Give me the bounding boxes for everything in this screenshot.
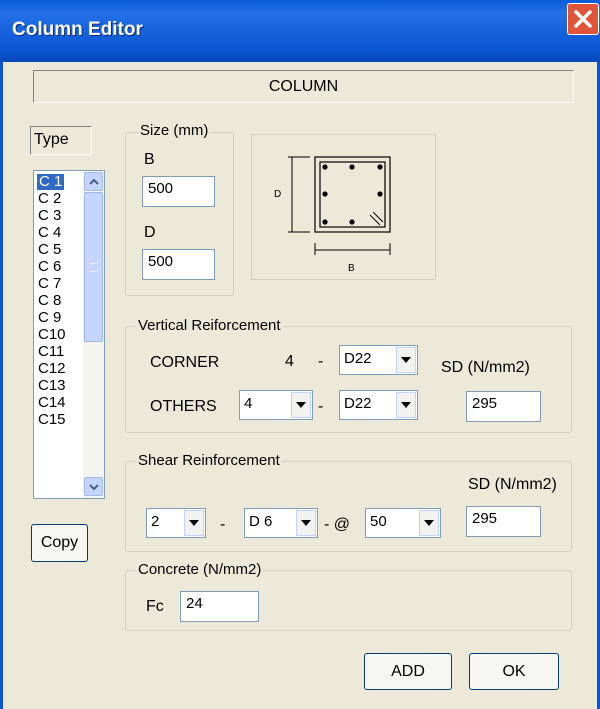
ok-button[interactable]: OK <box>469 653 559 690</box>
others-count-select[interactable]: 4 <box>239 390 313 420</box>
corner-dash: - <box>318 353 324 370</box>
others-bar-value: D22 <box>344 395 372 412</box>
chevron-down-icon <box>296 402 306 408</box>
concrete-legend: Concrete (N/mm2) <box>136 561 264 578</box>
list-item[interactable]: C 4 <box>38 225 61 241</box>
d-label: D <box>144 224 156 241</box>
list-item[interactable]: C11 <box>38 344 64 360</box>
list-item[interactable]: C 7 <box>38 276 61 292</box>
list-item[interactable]: C 2 <box>38 191 61 207</box>
list-item[interactable]: C 5 <box>38 242 61 258</box>
shear-sd-input[interactable]: 295 <box>466 506 541 537</box>
diagram-d-label: D <box>274 189 281 200</box>
b-label: B <box>144 151 155 168</box>
dropdown-arrow[interactable] <box>296 510 316 536</box>
chevron-down-icon <box>301 520 311 526</box>
list-scrollbar[interactable] <box>83 171 104 498</box>
d-input[interactable]: 500 <box>142 249 215 280</box>
at-label: - @ <box>324 516 351 533</box>
list-item[interactable]: C 9 <box>38 310 61 326</box>
column-header-label: COLUMN <box>268 78 339 95</box>
list-item[interactable]: C13 <box>38 378 66 394</box>
type-label-box: Type <box>30 126 92 155</box>
list-item[interactable]: C 1 <box>37 174 65 190</box>
shear-bar-select[interactable]: D 6 <box>244 508 318 538</box>
shear-legend: Shear Reinforcement <box>136 452 282 469</box>
list-item[interactable]: C15 <box>38 412 66 428</box>
dropdown-arrow[interactable] <box>184 510 204 536</box>
dropdown-arrow[interactable] <box>419 510 439 536</box>
title-bar[interactable]: Column Editor <box>0 0 600 62</box>
grip-icon <box>90 263 98 272</box>
shear-sd-label: SD (N/mm2) <box>468 476 557 493</box>
corner-label: CORNER <box>150 354 220 371</box>
diagram-b-label: B <box>348 263 355 274</box>
size-legend: Size (mm) <box>138 122 211 139</box>
shear-spacing-value: 50 <box>370 513 387 530</box>
shear-spacing-select[interactable]: 50 <box>365 508 441 538</box>
others-dash: - <box>318 398 324 415</box>
chevron-down-icon <box>401 402 411 408</box>
column-header-panel: COLUMN <box>33 70 574 103</box>
corner-bar-value: D22 <box>344 350 372 367</box>
fc-input[interactable]: 24 <box>180 591 259 622</box>
others-label: OTHERS <box>150 398 217 415</box>
close-button[interactable] <box>567 3 599 35</box>
list-item[interactable]: C 6 <box>38 259 61 275</box>
list-item[interactable]: C14 <box>38 395 66 411</box>
type-label: Type <box>34 131 69 148</box>
list-item[interactable]: C 3 <box>38 208 61 224</box>
shear-bar-value: D 6 <box>249 513 273 530</box>
type-listbox[interactable]: C 1 C 2 C 3 C 4 C 5 C 6 C 7 C 8 C 9 C10 … <box>33 170 105 499</box>
chevron-down-icon <box>88 483 99 490</box>
column-section-drawing: D B <box>274 156 391 274</box>
chevron-down-icon <box>189 520 199 526</box>
list-item[interactable]: C12 <box>38 361 66 377</box>
dropdown-arrow[interactable] <box>396 392 416 418</box>
shear-count-select[interactable]: 2 <box>146 508 206 538</box>
b-input[interactable]: 500 <box>142 176 215 207</box>
shear-dash: - <box>220 516 226 533</box>
vertical-sd-input[interactable]: 295 <box>466 391 541 422</box>
corner-bar-select[interactable]: D22 <box>339 345 418 375</box>
dropdown-arrow[interactable] <box>396 347 416 373</box>
scroll-up-button[interactable] <box>84 172 103 191</box>
column-editor-window: Column Editor COLUMN Type C 1 C 2 C 3 C … <box>0 0 600 709</box>
list-item[interactable]: C 8 <box>38 293 61 309</box>
add-button[interactable]: ADD <box>364 653 452 690</box>
chevron-down-icon <box>424 520 434 526</box>
shear-count-value: 2 <box>151 513 160 530</box>
others-bar-select[interactable]: D22 <box>339 390 418 420</box>
fc-label: Fc <box>146 598 164 615</box>
window-title: Column Editor <box>12 19 143 40</box>
corner-count: 4 <box>285 353 294 370</box>
vertical-sd-label: SD (N/mm2) <box>441 359 530 376</box>
close-icon <box>574 10 592 28</box>
section-diagram: D B <box>251 134 436 280</box>
chevron-down-icon <box>401 357 411 363</box>
list-item[interactable]: C10 <box>38 327 66 343</box>
copy-button[interactable]: Copy <box>31 524 88 562</box>
dropdown-arrow[interactable] <box>291 392 311 418</box>
others-count-value: 4 <box>244 395 253 412</box>
scroll-thumb[interactable] <box>84 192 103 342</box>
chevron-up-icon <box>88 178 99 185</box>
vertical-legend: Vertical Reiforcement <box>136 317 283 334</box>
scroll-down-button[interactable] <box>84 477 103 496</box>
